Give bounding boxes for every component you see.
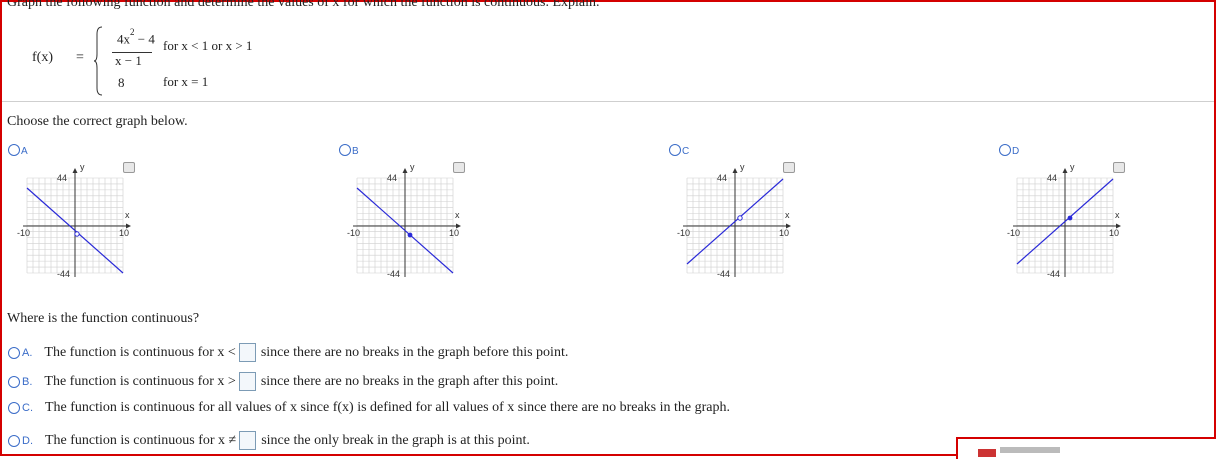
radio-circle[interactable] [8,144,20,156]
filled-point [407,232,413,238]
x-tick-left: -10 [17,228,30,238]
graph-option-d-radio[interactable]: D [999,144,1019,157]
open-point [74,231,80,237]
y-axis-label: y [1070,162,1075,172]
x-axis-label: x [455,210,460,220]
y-axis-arrow [402,168,408,173]
condition-1: for x < 1 or x > 1 [163,38,253,53]
y-tick-top: 44 [57,173,67,183]
answer-option-a[interactable]: A. The function is continuous for x < si… [8,343,568,362]
y-tick-bottom: -44 [1047,269,1060,279]
graph-option-a-radio[interactable]: A [8,144,28,157]
denominator: x − 1 [115,53,142,68]
answer-option-b[interactable]: B. The function is continuous for x > si… [8,372,558,391]
y-tick-bottom: -44 [57,269,70,279]
open-point [737,215,743,221]
graph-instruction: Choose the correct graph below. [7,114,188,129]
answer-a-radio[interactable] [8,346,20,359]
filled-point [1067,215,1073,221]
y-tick-bottom: -44 [387,269,400,279]
piece-2-value: 8 [118,75,125,90]
answer-option-c[interactable]: C. The function is continuous for all va… [8,400,730,416]
y-axis-arrow [72,168,78,173]
answer-b-input[interactable] [238,372,256,391]
x-tick-right: 10 [449,228,459,238]
radio-circle[interactable] [669,144,681,156]
question-prompt: Graph the following function and determi… [7,0,600,10]
y-axis-label: y [410,162,415,172]
radio-circle[interactable] [999,144,1011,156]
continuity-question: Where is the function continuous? [7,311,200,326]
magnify-graph-d-icon[interactable] [1113,162,1125,173]
answer-option-d[interactable]: D. The function is continuous for x ≠ si… [8,431,530,450]
piecewise-brace [93,26,103,96]
x-axis-label: x [1115,210,1120,220]
magnify-graph-b-icon[interactable] [453,162,465,173]
graph-b: y x 44 -44 -10 10 [347,158,467,288]
graph-d: y x 44 -44 -10 10 [1007,158,1127,288]
x-axis-label: x [785,210,790,220]
y-tick-top: 44 [387,173,397,183]
x-tick-right: 10 [119,228,129,238]
panel-label-placeholder [1000,447,1060,453]
x-tick-left: -10 [347,228,360,238]
answer-b-radio[interactable] [8,375,20,388]
x-tick-left: -10 [1007,228,1020,238]
section-divider [2,101,1214,102]
answer-a-input[interactable] [238,343,256,362]
y-tick-top: 44 [1047,173,1057,183]
graph-c: y x 44 -44 -10 10 [677,158,797,288]
x-tick-left: -10 [677,228,690,238]
magnify-graph-a-icon[interactable] [123,162,135,173]
answer-d-radio[interactable] [8,434,20,447]
y-tick-top: 44 [717,173,727,183]
y-axis-arrow [1062,168,1068,173]
x-tick-right: 10 [779,228,789,238]
graph-option-c-radio[interactable]: C [669,144,689,157]
function-label: f(x) [32,50,53,65]
y-axis-label: y [80,162,85,172]
answer-c-radio[interactable] [8,402,20,414]
y-axis-arrow [732,168,738,173]
y-tick-bottom: -44 [717,269,730,279]
magnify-graph-c-icon[interactable] [783,162,795,173]
x-tick-right: 10 [1109,228,1119,238]
y-axis-label: y [740,162,745,172]
x-axis-label: x [125,210,130,220]
graph-option-b-radio[interactable]: B [339,144,359,157]
graph-d-plot: y x 44 -44 -10 10 [1007,162,1121,279]
radio-circle[interactable] [339,144,351,156]
condition-2: for x = 1 [163,74,209,89]
answer-d-input[interactable] [239,431,257,450]
graph-a-plot: y x 44 -44 -10 10 [17,162,131,279]
graph-c-plot: y x 44 -44 -10 10 [677,162,791,279]
numerator: 4x2 − 4 [117,27,155,47]
graph-b-plot: y x 44 -44 -10 10 [347,162,461,279]
graph-a: y x 44 -44 -10 10 [17,158,137,288]
equals-sign: = [76,50,84,65]
